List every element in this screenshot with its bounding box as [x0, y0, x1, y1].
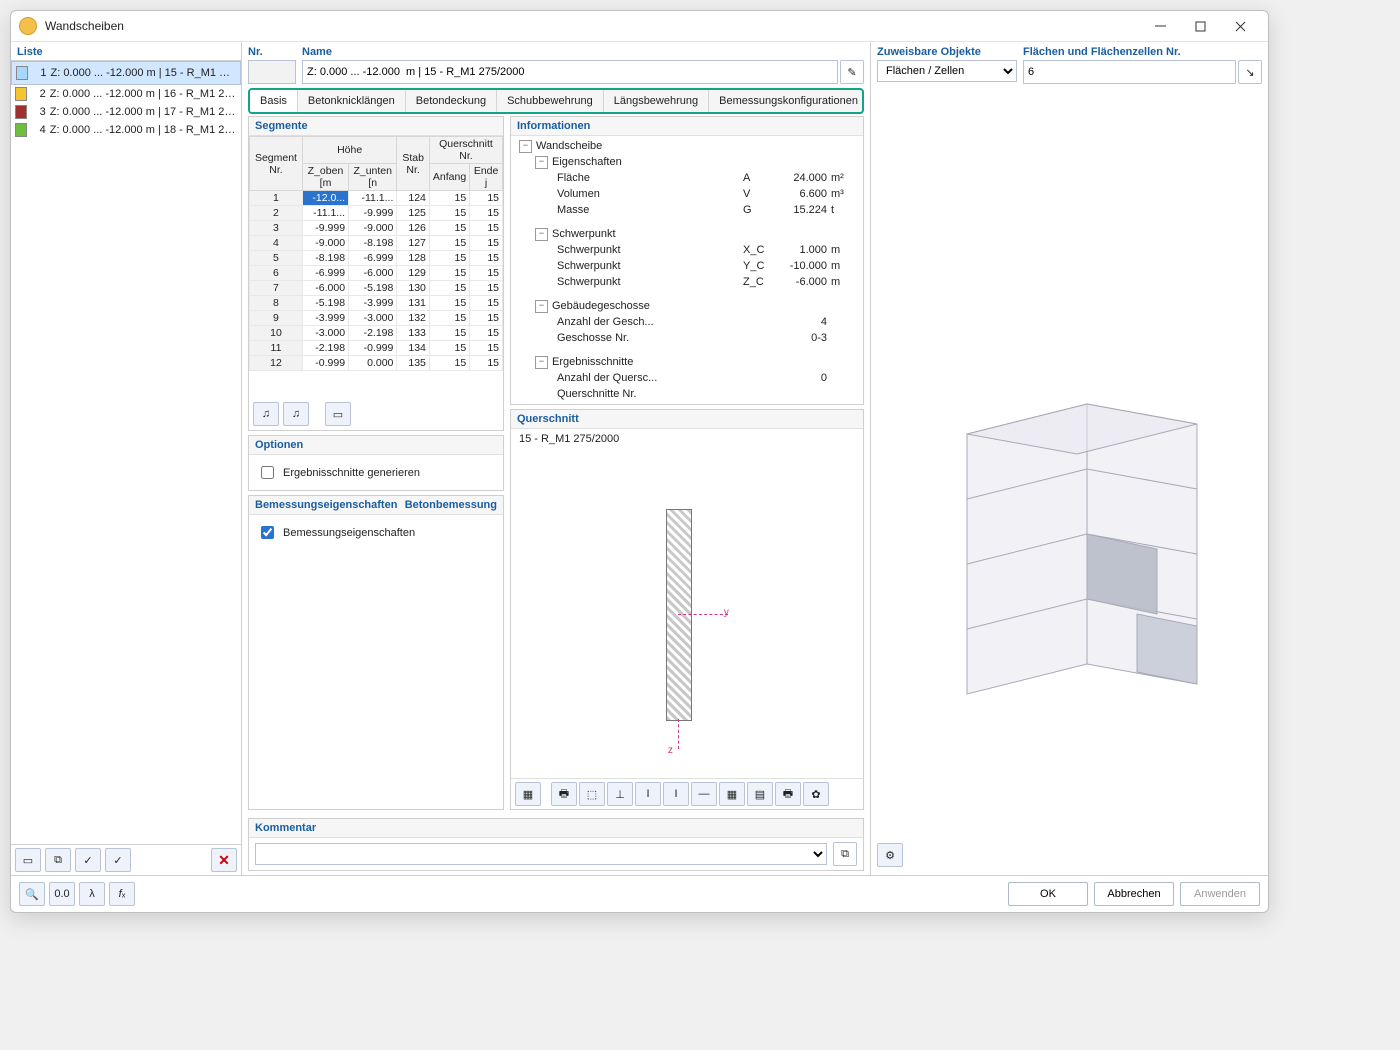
- vt-7[interactable]: —: [691, 782, 717, 806]
- vt-11[interactable]: ✿: [803, 782, 829, 806]
- list-item[interactable]: 2Z: 0.000 ... -12.000 m | 16 - R_M1 275/…: [11, 85, 241, 103]
- copy-item-button[interactable]: ⧉: [45, 848, 71, 872]
- table-row[interactable]: 8-5.198-3.9991311515: [250, 296, 503, 311]
- ok-button[interactable]: OK: [1008, 882, 1088, 906]
- delete-button[interactable]: ✕: [211, 848, 237, 872]
- app-icon: [19, 17, 37, 35]
- tool-a-button[interactable]: ✓: [75, 848, 101, 872]
- tab-bemessungskonfigurationen[interactable]: Bemessungskonfigurationen: [709, 90, 864, 112]
- zo-select[interactable]: Flächen / Zellen: [877, 60, 1017, 82]
- units-button[interactable]: 0.0: [49, 882, 75, 906]
- main-window: Wandscheiben Liste 1Z: 0.000 ... -12.000…: [10, 10, 1269, 913]
- vt-9[interactable]: ▤: [747, 782, 773, 806]
- table-row[interactable]: 4-9.000-8.1981271515: [250, 236, 503, 251]
- help-button[interactable]: 🔍: [19, 882, 45, 906]
- fc-label: Flächen und Flächenzellen Nr.: [1023, 46, 1262, 58]
- fx-button[interactable]: fₓ: [109, 882, 135, 906]
- vt-1[interactable]: ▦: [515, 782, 541, 806]
- table-row[interactable]: 1-12.0...-11.1...1241515: [250, 191, 503, 206]
- fc-pick-button[interactable]: ↘: [1238, 60, 1262, 84]
- table-row[interactable]: 10-3.000-2.1981331515: [250, 326, 503, 341]
- table-row[interactable]: 12-0.9990.0001351515: [250, 356, 503, 371]
- zo-label: Zuweisbare Objekte: [877, 46, 1017, 58]
- view-toolbar: ▦ 🖶 ⬚ ⊥ I I — ▦ ▤ 🖶 ✿: [511, 778, 863, 809]
- table-row[interactable]: 2-11.1...-9.9991251515: [250, 206, 503, 221]
- apply-button[interactable]: Anwenden: [1180, 882, 1260, 906]
- table-row[interactable]: 6-6.999-6.0001291515: [250, 266, 503, 281]
- list-panel: Liste 1Z: 0.000 ... -12.000 m | 15 - R_M…: [11, 42, 242, 875]
- tab-betonknickl-ngen[interactable]: Betonknicklängen: [298, 90, 406, 112]
- seg-tool-3[interactable]: ▭: [325, 402, 351, 426]
- kommentar-title: Kommentar: [249, 819, 863, 838]
- color-swatch: [15, 123, 27, 137]
- titlebar: Wandscheiben: [11, 11, 1268, 42]
- segments-title: Segmente: [249, 117, 503, 136]
- maximize-button[interactable]: [1180, 11, 1220, 41]
- bem-checkbox[interactable]: Bemessungseigenschaften: [257, 523, 495, 542]
- new-item-button[interactable]: ▭: [15, 848, 41, 872]
- name-label: Name: [302, 46, 864, 58]
- bem-rtab: Betonbemessung: [405, 499, 497, 511]
- kommentar-select[interactable]: [255, 843, 827, 865]
- table-row[interactable]: 3-9.999-9.0001261515: [250, 221, 503, 236]
- bem-title: Bemessungseigenschaften: [255, 499, 397, 511]
- info-title: Informationen: [511, 117, 863, 136]
- tab-betondeckung[interactable]: Betondeckung: [406, 90, 497, 112]
- nr-input: [248, 60, 296, 84]
- seg-tool-1[interactable]: ♫: [253, 402, 279, 426]
- tab-l-ngsbewehrung[interactable]: Längsbewehrung: [604, 90, 709, 112]
- list-toolbar: ▭ ⧉ ✓ ✓ ✕: [11, 844, 241, 875]
- segments-table[interactable]: Segment Nr.HöheStab Nr.Querschnitt Nr. Z…: [249, 136, 503, 371]
- section-rect: [666, 509, 692, 721]
- color-swatch: [16, 66, 28, 80]
- vt-5[interactable]: I: [635, 782, 661, 806]
- querschnitt-title: Querschnitt: [511, 410, 863, 429]
- close-button[interactable]: [1220, 11, 1260, 41]
- tree-button[interactable]: λ: [79, 882, 105, 906]
- window-title: Wandscheiben: [45, 19, 1140, 33]
- seg-tool-2[interactable]: ♫: [283, 402, 309, 426]
- edit-name-button[interactable]: ✎: [840, 60, 864, 84]
- table-row[interactable]: 11-2.198-0.9991341515: [250, 341, 503, 356]
- list-item[interactable]: 3Z: 0.000 ... -12.000 m | 17 - R_M1 275/…: [11, 103, 241, 121]
- list-area[interactable]: 1Z: 0.000 ... -12.000 m | 15 - R_M1 275/…: [11, 61, 241, 844]
- info-tree: −Wandscheibe−EigenschaftenFlächeA24.000m…: [511, 136, 863, 404]
- querschnitt-name: 15 - R_M1 275/2000: [511, 429, 863, 449]
- fc-input[interactable]: [1023, 60, 1236, 84]
- cancel-button[interactable]: Abbrechen: [1094, 882, 1174, 906]
- tab-basis[interactable]: Basis: [250, 90, 298, 112]
- nr-label: Nr.: [248, 46, 296, 58]
- vt-10[interactable]: 🖶: [775, 782, 801, 806]
- vt-2[interactable]: 🖶: [551, 782, 577, 806]
- color-swatch: [15, 87, 27, 101]
- list-item[interactable]: 1Z: 0.000 ... -12.000 m | 15 - R_M1 275/…: [11, 61, 241, 85]
- tab-bar: BasisBetonknicklängenBetondeckungSchubbe…: [248, 88, 864, 114]
- tab-schubbewehrung[interactable]: Schubbewehrung: [497, 90, 604, 112]
- vt-4[interactable]: ⊥: [607, 782, 633, 806]
- tool-b-button[interactable]: ✓: [105, 848, 131, 872]
- table-row[interactable]: 7-6.000-5.1981301515: [250, 281, 503, 296]
- name-input[interactable]: [302, 60, 838, 84]
- vt-6[interactable]: I: [663, 782, 689, 806]
- list-item[interactable]: 4Z: 0.000 ... -12.000 m | 18 - R_M1 275/…: [11, 121, 241, 139]
- viewer-settings-button[interactable]: ⚙: [877, 843, 903, 867]
- options-title: Optionen: [249, 436, 503, 455]
- 3d-viewer[interactable]: [877, 84, 1262, 839]
- vt-8[interactable]: ▦: [719, 782, 745, 806]
- list-title: Liste: [11, 42, 241, 61]
- kommentar-library-button[interactable]: ⧉: [833, 842, 857, 866]
- footer: 🔍 0.0 λ fₓ OK Abbrechen Anwenden: [11, 875, 1268, 912]
- vt-3[interactable]: ⬚: [579, 782, 605, 806]
- table-row[interactable]: 5-8.198-6.9991281515: [250, 251, 503, 266]
- generate-sections-checkbox[interactable]: Ergebnisschnitte generieren: [257, 463, 495, 482]
- building-model: [927, 374, 1227, 714]
- color-swatch: [15, 105, 27, 119]
- minimize-button[interactable]: [1140, 11, 1180, 41]
- cross-section-view[interactable]: y z: [511, 449, 863, 778]
- table-row[interactable]: 9-3.999-3.0001321515: [250, 311, 503, 326]
